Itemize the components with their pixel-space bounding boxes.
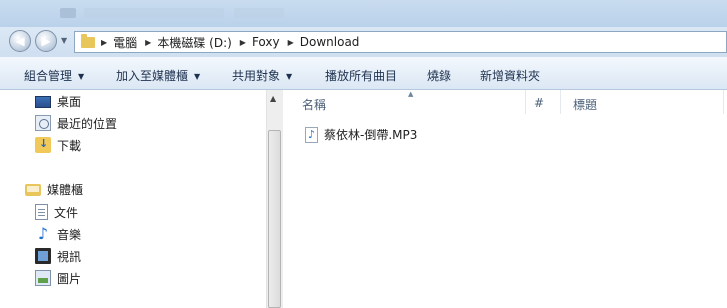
- organize-button[interactable]: 組合管理 ▼: [24, 67, 84, 84]
- nav-pane-scrollbar[interactable]: ▲: [266, 90, 283, 308]
- desktop-icon: [35, 96, 51, 108]
- nav-item-pictures[interactable]: 圖片: [35, 269, 81, 287]
- breadcrumb-separator-icon[interactable]: ▶: [288, 38, 294, 47]
- file-list-pane: ▲ 名稱 # 標題 ♪ 蔡依林-倒帶.MP3: [283, 90, 727, 308]
- command-toolbar: 組合管理 ▼ 加入至媒體櫃 ▼ 共用對象 ▼ 播放所有曲目 燒錄 新增資料夾: [0, 57, 727, 90]
- nav-item-label: 文件: [54, 205, 79, 220]
- title-ghost-text: [84, 8, 224, 18]
- share-with-label: 共用對象: [232, 69, 281, 83]
- scrollbar-thumb[interactable]: [268, 130, 281, 308]
- nav-item-label: 最近的位置: [57, 116, 118, 131]
- recent-pages-dropdown[interactable]: ▼: [61, 36, 67, 45]
- new-folder-label: 新增資料夾: [480, 69, 541, 83]
- column-header-title[interactable]: 標題: [573, 96, 597, 113]
- title-ghost-text-2: [234, 8, 284, 18]
- burn-button[interactable]: 燒錄: [427, 67, 451, 84]
- add-to-library-label: 加入至媒體櫃: [116, 69, 189, 83]
- breadcrumb-label[interactable]: Foxy: [252, 35, 280, 49]
- forward-arrow-icon: ▶: [41, 34, 51, 48]
- nav-item-video[interactable]: 視訊: [35, 247, 81, 265]
- nav-item-label: 下載: [57, 138, 82, 153]
- title-ghost-icon: [60, 8, 76, 18]
- window-title-bar: [0, 0, 727, 27]
- nav-item-libraries[interactable]: 媒體櫃: [25, 180, 83, 198]
- back-arrow-icon: ◀: [15, 34, 25, 48]
- mp3-file-icon: ♪: [305, 126, 318, 143]
- back-button[interactable]: ◀: [9, 30, 31, 52]
- folder-icon: [81, 33, 95, 48]
- nav-item-documents[interactable]: 文件: [35, 203, 78, 221]
- chevron-down-icon: ▼: [78, 72, 85, 81]
- breadcrumb-label[interactable]: 電腦: [113, 34, 137, 51]
- forward-button[interactable]: ▶: [35, 30, 57, 52]
- documents-icon: [35, 204, 48, 220]
- nav-item-downloads[interactable]: 下載: [35, 136, 81, 154]
- column-divider[interactable]: [560, 90, 561, 114]
- new-folder-button[interactable]: 新增資料夾: [480, 67, 540, 84]
- breadcrumb-label[interactable]: Download: [300, 35, 360, 49]
- nav-item-label: 圖片: [57, 271, 82, 286]
- video-icon: [35, 248, 51, 264]
- column-divider[interactable]: [723, 90, 724, 114]
- address-row: ◀ ▶ ▼ ▶ 電腦 ▶ 本機磁碟 (D:) ▶ Foxy ▶ Download: [0, 27, 727, 57]
- address-bar[interactable]: ▶ 電腦 ▶ 本機磁碟 (D:) ▶ Foxy ▶ Download: [74, 31, 727, 53]
- breadcrumb-computer[interactable]: ▶ 電腦: [101, 34, 137, 51]
- breadcrumb-local-disk[interactable]: ▶ 本機磁碟 (D:): [145, 34, 232, 51]
- scroll-up-arrow-icon[interactable]: ▲: [270, 94, 276, 103]
- nav-item-label: 音樂: [57, 227, 82, 242]
- breadcrumb-separator-icon[interactable]: ▶: [240, 38, 246, 47]
- file-item[interactable]: ♪ 蔡依林-倒帶.MP3: [305, 126, 417, 143]
- navigation-pane: 桌面 最近的位置 下載 媒體櫃 文件 ♪ 音樂 視訊 圖片: [0, 90, 266, 308]
- music-icon: ♪: [37, 224, 49, 243]
- column-divider[interactable]: [525, 90, 526, 114]
- breadcrumb-separator-icon[interactable]: ▶: [101, 38, 107, 47]
- breadcrumb-download[interactable]: ▶ Download: [288, 35, 360, 49]
- breadcrumb-foxy[interactable]: ▶ Foxy: [240, 35, 280, 49]
- file-name: 蔡依林-倒帶.MP3: [324, 128, 418, 142]
- downloads-icon: [35, 137, 51, 153]
- chevron-down-icon: ▼: [194, 72, 201, 81]
- nav-item-recent-places[interactable]: 最近的位置: [35, 114, 117, 132]
- add-to-library-button[interactable]: 加入至媒體櫃 ▼: [116, 67, 200, 84]
- libraries-icon: [25, 184, 41, 196]
- column-header-name[interactable]: 名稱: [302, 96, 326, 113]
- nav-item-music[interactable]: ♪ 音樂: [35, 225, 81, 243]
- organize-label: 組合管理: [24, 69, 73, 83]
- play-all-button[interactable]: 播放所有曲目: [325, 67, 397, 84]
- play-all-label: 播放所有曲目: [325, 69, 398, 83]
- breadcrumb-separator-icon[interactable]: ▶: [145, 38, 151, 47]
- chevron-down-icon: ▼: [286, 72, 293, 81]
- nav-item-desktop[interactable]: 桌面: [35, 92, 81, 110]
- column-header-number[interactable]: #: [534, 96, 544, 110]
- share-with-button[interactable]: 共用對象 ▼: [232, 67, 292, 84]
- pictures-icon: [35, 270, 51, 286]
- nav-item-label: 桌面: [57, 94, 82, 109]
- sort-ascending-icon: ▲: [408, 90, 414, 98]
- nav-item-label: 視訊: [57, 249, 82, 264]
- burn-label: 燒錄: [427, 69, 452, 83]
- recent-places-icon: [35, 115, 51, 131]
- nav-item-label: 媒體櫃: [47, 182, 84, 197]
- breadcrumb-label[interactable]: 本機磁碟 (D:): [157, 34, 231, 51]
